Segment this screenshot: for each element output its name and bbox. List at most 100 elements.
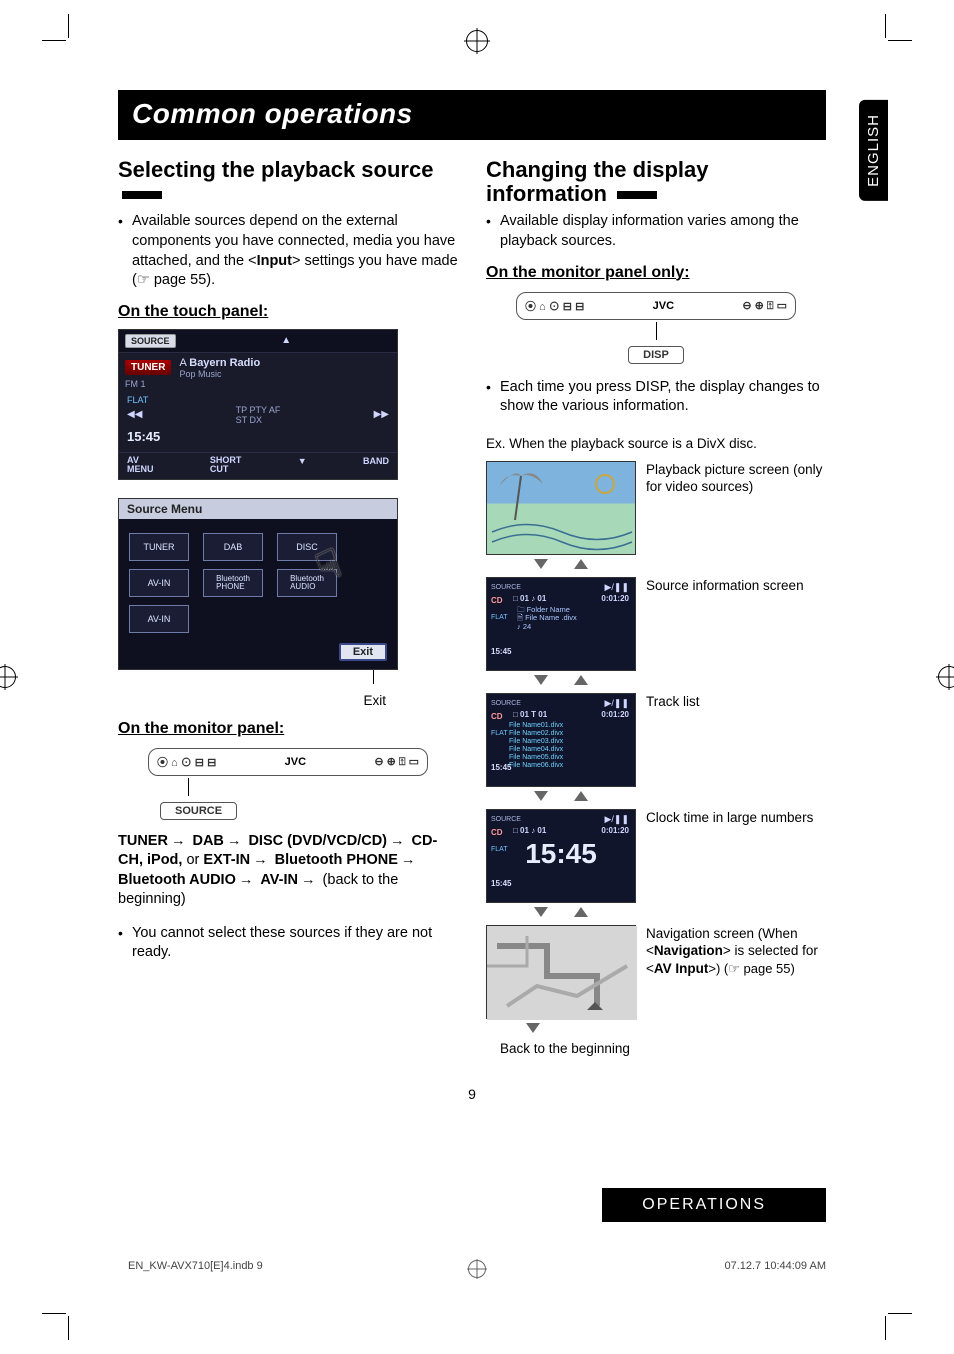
brand-label: JVC: [285, 756, 306, 768]
thumb-time: 15:45: [491, 647, 511, 656]
tuner-badge: TUNER: [125, 360, 171, 375]
thumb-flat: FLAT: [491, 614, 508, 621]
up-arrow-icon: [574, 675, 588, 685]
list-item: File Name03.divx: [509, 738, 563, 746]
av-menu-button[interactable]: AV MENU: [127, 456, 154, 474]
back-to-beginning: Back to the beginning: [500, 1041, 826, 1056]
thumb-clock-large: SOURCE CD □ 01 ♪ 01 ▶/❚❚ 0:01:20 15:45 F…: [486, 809, 636, 903]
source-button[interactable]: SOURCE: [125, 334, 176, 348]
main-title: Common operations: [118, 90, 826, 140]
next-icon[interactable]: ▶▶: [374, 409, 389, 420]
page-number: 9: [118, 1086, 826, 1102]
list-item: File Name04.divx: [509, 746, 563, 754]
arrow-icon: →: [227, 832, 242, 852]
thumb-label: Source information screen: [646, 577, 826, 595]
thumb-track-nums: □ 01 T 01: [513, 710, 547, 719]
down-arrow-icon: [526, 1023, 540, 1033]
flat-label: FLAT: [127, 395, 389, 405]
prev-icon[interactable]: ◀◀: [127, 409, 142, 420]
thumb-navigation: [486, 925, 636, 1019]
thumb-source-label: SOURCE: [491, 584, 521, 591]
thumb-file-list: File Name01.divx File Name02.divx File N…: [509, 722, 563, 770]
disp-physical-button[interactable]: DISP: [628, 346, 684, 364]
source-physical-button[interactable]: SOURCE: [160, 802, 237, 820]
arrow-icon: →: [239, 871, 254, 891]
subhead-monitor-panel: On the monitor panel:: [118, 720, 458, 738]
language-tab: ENGLISH: [859, 100, 888, 201]
crop-mark: [42, 40, 66, 41]
panel-icon: ⦿ ⌂ ⊙ ⊟ ⊟: [157, 754, 216, 770]
callout-line: [188, 778, 189, 796]
monitor-panel-diagram: ⦿ ⌂ ⊙ ⊟ ⊟ JVC ⊖ ⊕ ⍐ ▭: [148, 748, 428, 776]
thumb-cd-label: CD: [491, 828, 503, 837]
thumb-playback-picture: [486, 461, 636, 555]
source-menu-header: Source Menu: [119, 499, 397, 519]
thumb-track-nums: □ 01 ♪ 01: [513, 594, 546, 603]
section-title-selecting: Selecting the playback source: [118, 158, 458, 206]
thumb-folder-info: 🗀 Folder Name 🗎 File Name .divx ♪ 24: [517, 606, 577, 632]
subhead-monitor-only: On the monitor panel only:: [486, 264, 826, 282]
crop-mark: [885, 1316, 886, 1340]
up-icon[interactable]: ▲: [182, 335, 391, 346]
arrow-icon: →: [390, 832, 405, 852]
flow-item: DISC (DVD/VCD/CD): [248, 833, 387, 849]
registration-mark-left: [0, 666, 16, 688]
exit-caption: Exit: [118, 693, 398, 708]
up-arrow-icon: [574, 907, 588, 917]
source-menu-item[interactable]: AV-IN: [129, 569, 189, 597]
arrow-icon: →: [171, 832, 186, 852]
clock-time: 15:45: [127, 429, 389, 444]
callout-line: [656, 322, 657, 340]
down-icon[interactable]: ▼: [298, 456, 307, 474]
touch-panel-screenshot: SOURCE ▲ TUNER A Bayern Radio Pop Music …: [118, 329, 398, 480]
bullet-bold: Input: [257, 253, 292, 269]
up-arrow-icon: [574, 559, 588, 569]
source-menu-item[interactable]: AV-IN: [129, 605, 189, 633]
section-rule-icon: [122, 191, 162, 199]
source-menu-item[interactable]: Bluetooth PHONE: [203, 569, 263, 597]
thumb-time: 15:45: [491, 879, 511, 888]
exit-button[interactable]: Exit: [339, 643, 387, 661]
panel-icon: ⦿ ⌂ ⊙ ⊟ ⊟: [525, 298, 584, 314]
play-pause-icon: ▶/❚❚: [604, 814, 629, 825]
bullet-not-ready: You cannot select these sources if they …: [118, 924, 458, 963]
panel-icon: ⊖ ⊕ ⍐ ▭: [742, 299, 787, 313]
fm-label: FM 1: [119, 379, 397, 389]
thumb-flat: FLAT: [491, 730, 508, 737]
flow-item: Bluetooth AUDIO: [118, 872, 236, 888]
arrow-icon: →: [401, 851, 416, 871]
list-item: File Name06.divx: [509, 762, 563, 770]
list-item: File Name05.divx: [509, 754, 563, 762]
registration-mark-bottom: [468, 1260, 486, 1278]
crop-mark: [68, 14, 69, 38]
monitor-panel-diagram: ⦿ ⌂ ⊙ ⊟ ⊟ JVC ⊖ ⊕ ⍐ ▭: [516, 292, 796, 320]
shortcut-button[interactable]: SHORT CUT: [210, 456, 242, 474]
crop-mark: [888, 1313, 912, 1314]
thumb-track-nums: □ 01 ♪ 01: [513, 826, 546, 835]
thumb-label: Navigation screen (When <Navigation> is …: [646, 925, 826, 978]
list-item: File Name01.divx: [509, 722, 563, 730]
thumb-cd-label: CD: [491, 712, 503, 721]
flow-item: EXT-IN: [203, 852, 250, 868]
down-arrow-icon: [534, 791, 548, 801]
stdx: ST DX: [236, 415, 281, 425]
panel-icon: ⊖ ⊕ ⍐ ▭: [374, 755, 419, 769]
flow-item: AV-IN: [260, 872, 298, 888]
brand-label: JVC: [653, 300, 674, 312]
play-pause-icon: ▶/❚❚: [604, 582, 629, 593]
band-button[interactable]: BAND: [363, 456, 389, 474]
thumb-flat: FLAT: [491, 846, 508, 853]
footer-file: EN_KW-AVX710[E]4.indb 9: [128, 1260, 263, 1272]
section-title-changing: Changing the display information: [486, 158, 826, 206]
list-item: File Name02.divx: [509, 730, 563, 738]
down-arrow-icon: [534, 559, 548, 569]
station-name: A Bayern Radio: [179, 357, 260, 369]
play-pause-icon: ▶/❚❚: [604, 698, 629, 709]
source-menu-item[interactable]: DAB: [203, 533, 263, 561]
thumb-label: Track list: [646, 693, 826, 711]
thumb-source-info: SOURCE CD □ 01 ♪ 01 ▶/❚❚ 0:01:20 🗀 Folde…: [486, 577, 636, 671]
flow-item: DAB: [192, 833, 223, 849]
section-title-text: Selecting the playback source: [118, 157, 433, 182]
source-menu-item[interactable]: TUNER: [129, 533, 189, 561]
bullet-press-disp: Each time you press DISP, the display ch…: [486, 378, 826, 417]
